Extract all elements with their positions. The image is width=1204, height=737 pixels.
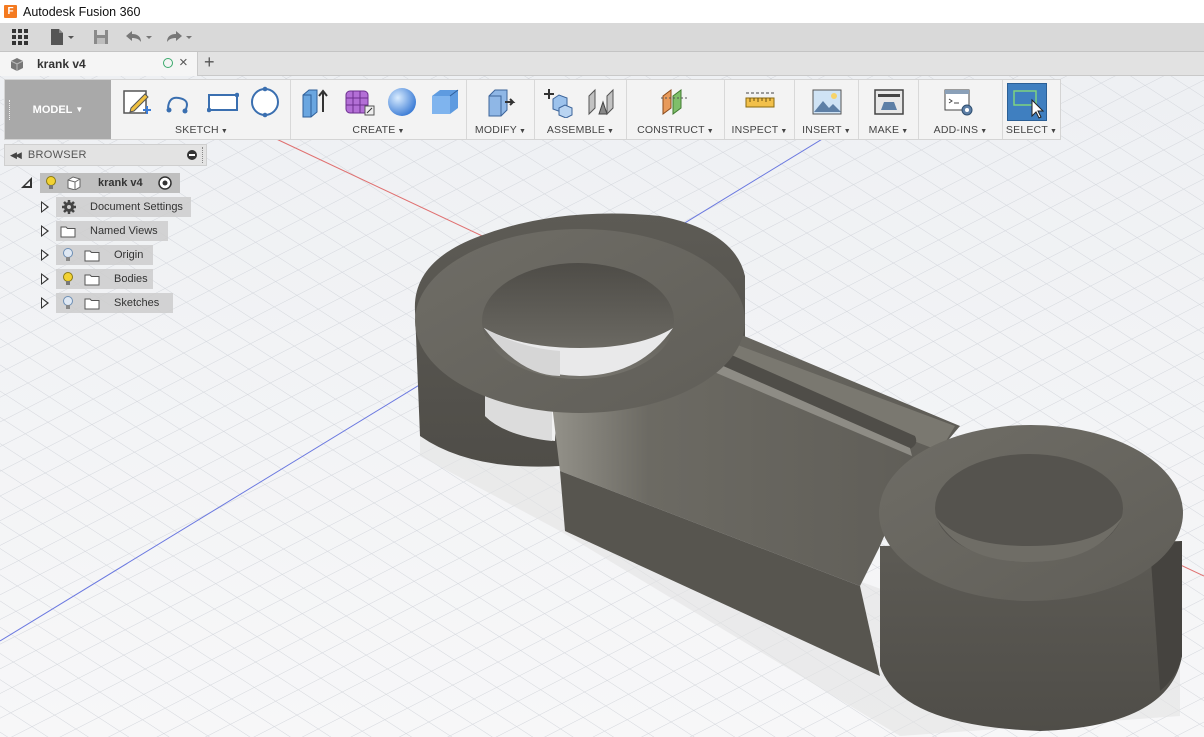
browser-panel-header: ◀◀ BROWSER [4,144,207,166]
folder-icon [84,274,100,286]
visibility-bulb-icon[interactable] [62,272,74,286]
make-group: MAKE ▼ [859,80,919,139]
undo-button[interactable] [118,23,158,52]
expand-triangle-icon[interactable] [41,297,49,309]
save-button[interactable] [84,23,118,52]
expand-triangle-icon[interactable] [41,201,49,213]
form-icon[interactable] [343,86,375,118]
visibility-bulb-icon[interactable] [62,296,74,310]
browser-item-label: Document Settings [90,201,183,213]
line-tool-icon[interactable] [165,86,197,118]
select-group: SELECT ▼ [1003,80,1060,139]
component-icon [10,58,24,71]
circle-tool-icon[interactable] [249,86,281,118]
folder-icon [60,226,76,238]
file-icon [51,29,74,45]
browser-title: BROWSER [27,149,87,161]
folder-icon [84,250,100,262]
close-tab-button[interactable]: × [179,54,188,71]
fusion-logo-icon: F [4,5,17,18]
insert-group: INSERT ▼ [795,80,859,139]
browser-item-label: Bodies [114,273,148,285]
expand-triangle-icon[interactable] [41,225,49,237]
inspect-group: INSPECT ▼ [725,80,795,139]
joint-icon[interactable] [585,86,617,118]
visibility-bulb-icon[interactable] [45,176,57,190]
add-ins-group: ADD-INS ▼ [919,80,1003,139]
create-group: CREATE ▼ [291,80,467,139]
expand-triangle-icon[interactable] [41,273,49,285]
document-tab[interactable]: krank v4 × [0,52,198,76]
collapse-browser-icon[interactable]: ◀◀ [10,150,22,161]
data-panel-button[interactable] [0,23,40,52]
grid-icon [12,29,28,45]
modify-group: MODIFY ▼ [467,80,535,139]
new-component-icon[interactable] [543,86,575,119]
rectangle-tool-icon[interactable] [206,86,240,118]
press-pull-icon[interactable] [485,86,517,118]
construct-group: CONSTRUCT ▼ [627,80,725,139]
3d-print-icon[interactable] [873,86,905,118]
browser-item-sketches[interactable]: Sketches [38,293,178,313]
document-tab-strip: krank v4 × + [0,52,1204,76]
add-ins-menu[interactable]: ADD-INS ▼ [919,124,1002,136]
browser-root-node[interactable]: krank v4 [18,173,188,193]
workspace-switcher[interactable]: MODEL ▼ [5,80,111,139]
offset-plane-icon[interactable] [659,86,691,118]
select-menu[interactable]: SELECT ▼ [1003,124,1060,136]
main-toolbar: MODEL ▼ SKETCH ▼ CREATE ▼ MODIFY ▼ ASSEM… [4,79,1061,140]
inspect-menu[interactable]: INSPECT ▼ [725,124,794,136]
sync-status-icon [163,58,173,68]
browser-item-label: Origin [114,249,144,261]
root-node-label: krank v4 [98,177,143,189]
browser-item-document-settings[interactable]: Document Settings [38,197,193,217]
browser-item-named-views[interactable]: Named Views [38,221,173,241]
expanded-triangle-icon[interactable] [20,176,34,190]
window-title: Autodesk Fusion 360 [23,4,141,19]
folder-icon [84,298,100,310]
assemble-menu[interactable]: ASSEMBLE ▼ [535,124,626,136]
modify-menu[interactable]: MODIFY ▼ [467,124,534,136]
visibility-bulb-icon[interactable] [62,248,74,262]
make-menu[interactable]: MAKE ▼ [859,124,918,136]
measure-icon[interactable] [744,86,776,118]
expand-triangle-icon[interactable] [41,249,49,261]
file-menu-button[interactable] [40,23,84,52]
toolbar-grip [9,100,11,120]
construct-menu[interactable]: CONSTRUCT ▼ [627,124,724,136]
workspace-label: MODEL [32,103,73,116]
browser-item-label: Sketches [114,297,160,309]
assemble-group: ASSEMBLE ▼ [535,80,627,139]
browser-grip [202,147,205,163]
select-tool-icon[interactable] [1007,83,1047,121]
redo-button[interactable] [158,23,198,52]
save-icon [94,30,108,44]
browser-item-origin[interactable]: Origin [38,245,158,265]
undo-icon [126,31,152,42]
insert-image-icon[interactable] [811,86,843,118]
sphere-icon[interactable] [386,86,418,118]
scripts-addins-icon[interactable] [943,86,975,118]
extrude-icon[interactable] [299,86,331,118]
component-icon [67,176,81,190]
new-tab-button[interactable]: + [204,52,215,73]
create-sketch-icon[interactable] [121,86,153,118]
redo-icon [167,31,192,42]
title-bar: F Autodesk Fusion 360 [0,0,1204,23]
insert-menu[interactable]: INSERT ▼ [795,124,858,136]
create-menu[interactable]: CREATE ▼ [291,124,466,136]
quick-access-toolbar [0,23,1204,52]
browser-item-bodies[interactable]: Bodies [38,269,158,289]
browser-item-label: Named Views [90,225,158,237]
activate-radio-icon[interactable] [158,176,172,190]
sketch-group: SKETCH ▼ [113,80,291,139]
document-tab-label: krank v4 [37,57,86,71]
box-icon[interactable] [429,86,461,118]
gear-icon [62,200,76,214]
sketch-menu[interactable]: SKETCH ▼ [113,124,290,136]
minimize-browser-icon[interactable] [187,150,197,160]
